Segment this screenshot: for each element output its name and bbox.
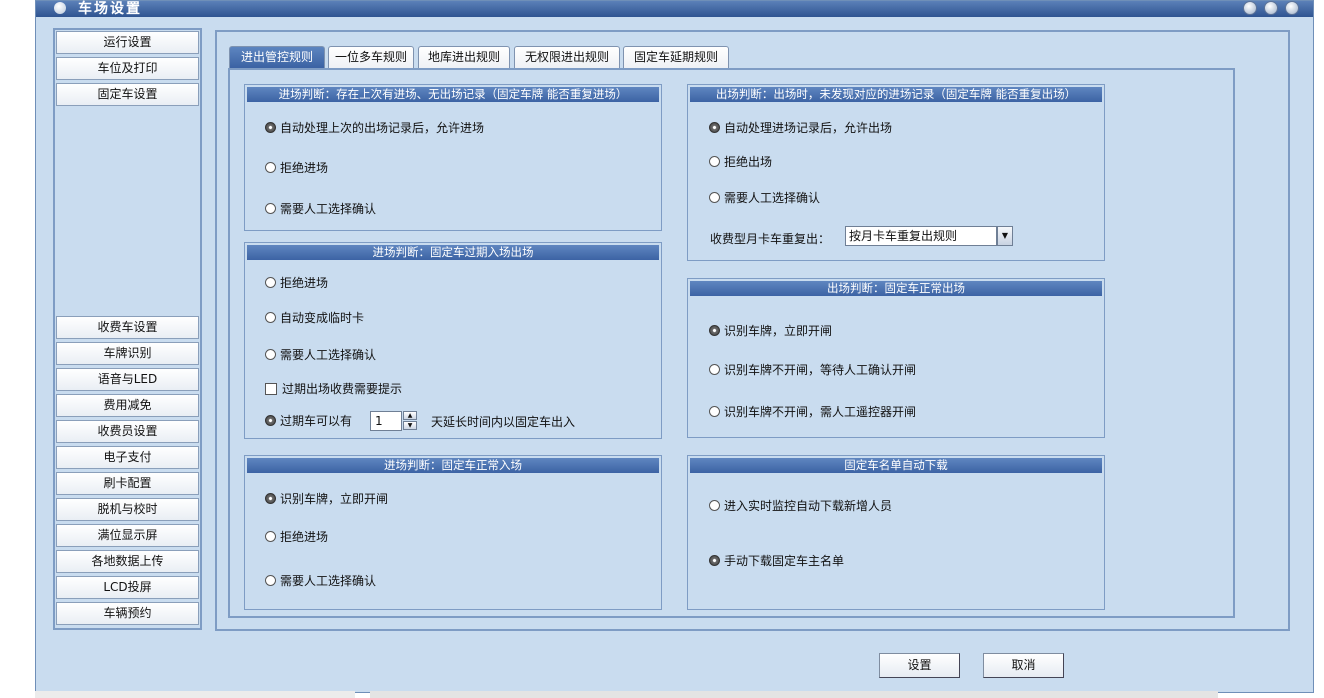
group-entry-expired: 进场判断：固定车过期入场出场 拒绝进场 自动变成临时卡 需要人工选择确认 过期出… <box>244 242 662 439</box>
radio-selected-icon[interactable] <box>709 325 720 336</box>
sidebar-item-fixed-car[interactable]: 固定车设置 <box>56 83 199 106</box>
radio-icon[interactable] <box>709 192 720 203</box>
main-panel: 进出管控规则 一位多车规则 地库进出规则 无权限进出规则 固定车延期规则 进场判… <box>215 30 1290 631</box>
group-exit-normal: 出场判断：固定车正常出场 识别车牌，立即开闸 识别车牌不开闸，等待人工确认开闸 … <box>687 278 1105 438</box>
sidebar-item-lcd-cast[interactable]: LCD投屏 <box>56 576 199 599</box>
close-icon[interactable] <box>1285 1 1299 15</box>
radio-icon[interactable] <box>265 531 276 542</box>
radio-entry-normal-open[interactable]: 识别车牌，立即开闸 <box>265 490 388 507</box>
dropdown-arrow-icon[interactable]: ▼ <box>997 226 1013 246</box>
radio-icon[interactable] <box>709 156 720 167</box>
tab-page: 进场判断：存在上次有进场、无出场记录（固定车牌 能否重复进场） 自动处理上次的出… <box>228 68 1235 618</box>
radio-selected-icon[interactable] <box>265 122 276 133</box>
title-bar: 车场设置 <box>36 1 1313 17</box>
tab-multi-car[interactable]: 一位多车规则 <box>328 46 414 68</box>
stepper-up-icon[interactable]: ▲ <box>403 411 417 420</box>
radio-icon[interactable] <box>265 162 276 173</box>
sidebar-item-space-print[interactable]: 车位及打印 <box>56 57 199 80</box>
sidebar: 运行设置 车位及打印 固定车设置 收费车设置 车牌识别 语音与LED 费用减免 … <box>53 28 202 630</box>
group-title: 固定车名单自动下载 <box>690 458 1102 473</box>
radio-selected-icon[interactable] <box>709 122 720 133</box>
cancel-button[interactable]: 取消 <box>983 653 1064 678</box>
radio-exit-auto[interactable]: 自动处理进场记录后，允许出场 <box>709 119 892 136</box>
radio-exit-manual[interactable]: 需要人工选择确认 <box>709 189 820 206</box>
radio-selected-icon[interactable] <box>265 415 276 426</box>
radio-icon[interactable] <box>265 203 276 214</box>
tab-no-permission[interactable]: 无权限进出规则 <box>514 46 620 68</box>
extend-days-input[interactable]: 1 <box>370 411 402 431</box>
minimize-icon[interactable] <box>1243 1 1258 15</box>
radio-icon[interactable] <box>265 277 276 288</box>
checkbox-icon[interactable] <box>265 383 277 395</box>
checkbox-expired-fee-prompt[interactable]: 过期出场收费需要提示 <box>265 380 402 397</box>
group-title: 出场判断：固定车正常出场 <box>690 281 1102 296</box>
sidebar-item-voice-led[interactable]: 语音与LED <box>56 368 199 391</box>
radio-exit-reject[interactable]: 拒绝出场 <box>709 153 772 170</box>
sidebar-item-data-upload[interactable]: 各地数据上传 <box>56 550 199 573</box>
settings-window: 车场设置 运行设置 车位及打印 固定车设置 收费车设置 车牌识别 语音与LED … <box>35 0 1314 693</box>
sidebar-item-cashier[interactable]: 收费员设置 <box>56 420 199 443</box>
radio-icon[interactable] <box>709 364 720 375</box>
radio-selected-icon[interactable] <box>709 555 720 566</box>
sidebar-item-run-settings[interactable]: 运行设置 <box>56 31 199 54</box>
radio-expired-temp-card[interactable]: 自动变成临时卡 <box>265 309 364 326</box>
app-icon <box>54 2 66 14</box>
footer-strip-middle <box>370 691 1218 698</box>
radio-expired-reject[interactable]: 拒绝进场 <box>265 274 328 291</box>
radio-icon[interactable] <box>709 500 720 511</box>
radio-exit-normal-manual[interactable]: 识别车牌不开闸，等待人工确认开闸 <box>709 361 916 378</box>
save-button[interactable]: 设置 <box>879 653 960 678</box>
group-entry-normal: 进场判断：固定车正常入场 识别车牌，立即开闸 拒绝进场 需要人工选择确认 <box>244 455 662 610</box>
group-entry-repeat: 进场判断：存在上次有进场、无出场记录（固定车牌 能否重复进场） 自动处理上次的出… <box>244 84 662 231</box>
radio-exit-normal-remote[interactable]: 识别车牌不开闸，需人工遥控器开闸 <box>709 403 916 420</box>
window-title: 车场设置 <box>78 1 142 17</box>
tab-fixed-car-extension[interactable]: 固定车延期规则 <box>623 46 729 68</box>
radio-icon[interactable] <box>265 349 276 360</box>
radio-expired-manual[interactable]: 需要人工选择确认 <box>265 346 376 363</box>
group-title: 进场判断：固定车正常入场 <box>247 458 659 473</box>
footer-strip-left <box>35 691 355 698</box>
group-title: 出场判断：出场时，未发现对应的进场记录（固定车牌 能否重复出场） <box>690 87 1102 102</box>
radio-expired-extend[interactable]: 过期车可以有 <box>265 412 352 429</box>
stepper-down-icon[interactable]: ▼ <box>403 421 417 430</box>
sidebar-item-offline-sync[interactable]: 脱机与校时 <box>56 498 199 521</box>
maximize-icon[interactable] <box>1264 1 1279 15</box>
sidebar-item-reservation[interactable]: 车辆预约 <box>56 602 199 625</box>
sidebar-item-fee-discount[interactable]: 费用减免 <box>56 394 199 417</box>
radio-selected-icon[interactable] <box>265 493 276 504</box>
radio-entry-normal-reject[interactable]: 拒绝进场 <box>265 528 328 545</box>
radio-icon[interactable] <box>265 575 276 586</box>
extend-days-suffix: 天延长时间内以固定车出入 <box>431 415 576 429</box>
monthly-repeat-exit-label: 收费型月卡车重复出： <box>710 232 831 246</box>
sidebar-item-toll-car[interactable]: 收费车设置 <box>56 316 199 339</box>
radio-icon[interactable] <box>709 406 720 417</box>
radio-exit-normal-open[interactable]: 识别车牌，立即开闸 <box>709 322 832 339</box>
sidebar-item-card-config[interactable]: 刷卡配置 <box>56 472 199 495</box>
radio-download-manual[interactable]: 手动下载固定车主名单 <box>709 552 844 569</box>
radio-entry-normal-manual[interactable]: 需要人工选择确认 <box>265 572 376 589</box>
radio-entry-repeat-reject[interactable]: 拒绝进场 <box>265 159 328 176</box>
radio-icon[interactable] <box>265 312 276 323</box>
radio-entry-repeat-auto[interactable]: 自动处理上次的出场记录后，允许进场 <box>265 119 484 136</box>
sidebar-item-full-display[interactable]: 满位显示屏 <box>56 524 199 547</box>
radio-download-auto[interactable]: 进入实时监控自动下载新增人员 <box>709 497 892 514</box>
group-title: 进场判断：固定车过期入场出场 <box>247 245 659 260</box>
group-exit-no-entry: 出场判断：出场时，未发现对应的进场记录（固定车牌 能否重复出场） 自动处理进场记… <box>687 84 1105 261</box>
radio-entry-repeat-manual[interactable]: 需要人工选择确认 <box>265 200 376 217</box>
tab-entry-exit-control[interactable]: 进出管控规则 <box>229 46 325 68</box>
sidebar-item-plate-recognition[interactable]: 车牌识别 <box>56 342 199 365</box>
group-auto-download: 固定车名单自动下载 进入实时监控自动下载新增人员 手动下载固定车主名单 <box>687 455 1105 610</box>
extend-days-stepper[interactable]: ▲ ▼ <box>403 411 417 431</box>
group-title: 进场判断：存在上次有进场、无出场记录（固定车牌 能否重复进场） <box>247 87 659 102</box>
sidebar-item-e-payment[interactable]: 电子支付 <box>56 446 199 469</box>
tab-basement[interactable]: 地库进出规则 <box>418 46 510 68</box>
monthly-repeat-exit-select[interactable]: 按月卡车重复出规则 <box>845 226 997 246</box>
